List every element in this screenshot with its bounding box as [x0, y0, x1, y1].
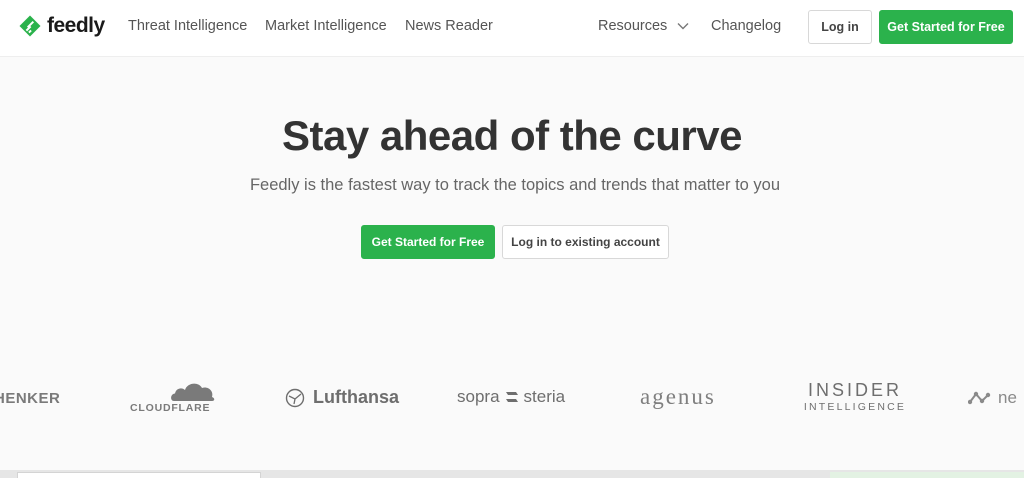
- logo-insider-text: INSIDER: [807, 380, 902, 400]
- brand-name: feedly: [47, 14, 105, 37]
- get-started-hero-button[interactable]: Get Started for Free: [361, 225, 495, 259]
- logo-steria-text: steria: [523, 387, 566, 406]
- crane-icon: [285, 388, 305, 407]
- wave-mark-icon: [968, 391, 991, 405]
- logo-cloudflare: CLOUDFLARE: [128, 378, 220, 414]
- login-button[interactable]: Log in: [808, 10, 872, 44]
- feedly-logo[interactable]: feedly: [18, 14, 105, 38]
- logo-henker: HENKER: [0, 390, 61, 407]
- logo-sopra-text: sopra: [457, 387, 500, 406]
- sopra-steria-mark-icon: [505, 392, 518, 402]
- logo-ne-text: ne: [998, 388, 1017, 407]
- nav-changelog[interactable]: Changelog: [711, 18, 781, 34]
- customer-logos: HENKER CLOUDFLARE Lufthansa sopra steria…: [0, 378, 1024, 418]
- hero-subtitle: Feedly is the fastest way to track the t…: [249, 176, 781, 194]
- nav-news-reader[interactable]: News Reader: [405, 18, 493, 34]
- hero-title: Stay ahead of the curve: [282, 112, 743, 159]
- logo-partial-ne: ne: [968, 388, 1017, 408]
- nav-resources-dropdown[interactable]: Resources: [598, 18, 689, 34]
- preview-green-panel: [830, 472, 1024, 478]
- logo-lufthansa: Lufthansa: [285, 387, 399, 408]
- logo-insider-intelligence: INSIDER INTELLIGENCE: [799, 381, 911, 413]
- nav-threat-intelligence[interactable]: Threat Intelligence: [128, 18, 247, 34]
- get-started-nav-button[interactable]: Get Started for Free: [879, 10, 1013, 44]
- login-existing-account-button[interactable]: Log in to existing account: [502, 225, 669, 259]
- logo-intelligence-text: INTELLIGENCE: [803, 401, 907, 413]
- logo-lufthansa-text: Lufthansa: [313, 387, 400, 407]
- feedly-leaf-icon: [19, 15, 41, 37]
- preview-card: [17, 472, 261, 478]
- top-nav: feedly Threat Intelligence Market Intell…: [0, 0, 1024, 57]
- logo-agenus: agenus: [640, 384, 716, 409]
- nav-resources-label: Resources: [598, 18, 668, 34]
- chevron-down-icon: [677, 23, 689, 30]
- logo-cloudflare-text: CLOUDFLARE: [130, 402, 211, 414]
- nav-market-intelligence[interactable]: Market Intelligence: [265, 18, 387, 34]
- logo-sopra-steria: sopra steria: [457, 387, 565, 407]
- cloud-icon: [171, 383, 215, 401]
